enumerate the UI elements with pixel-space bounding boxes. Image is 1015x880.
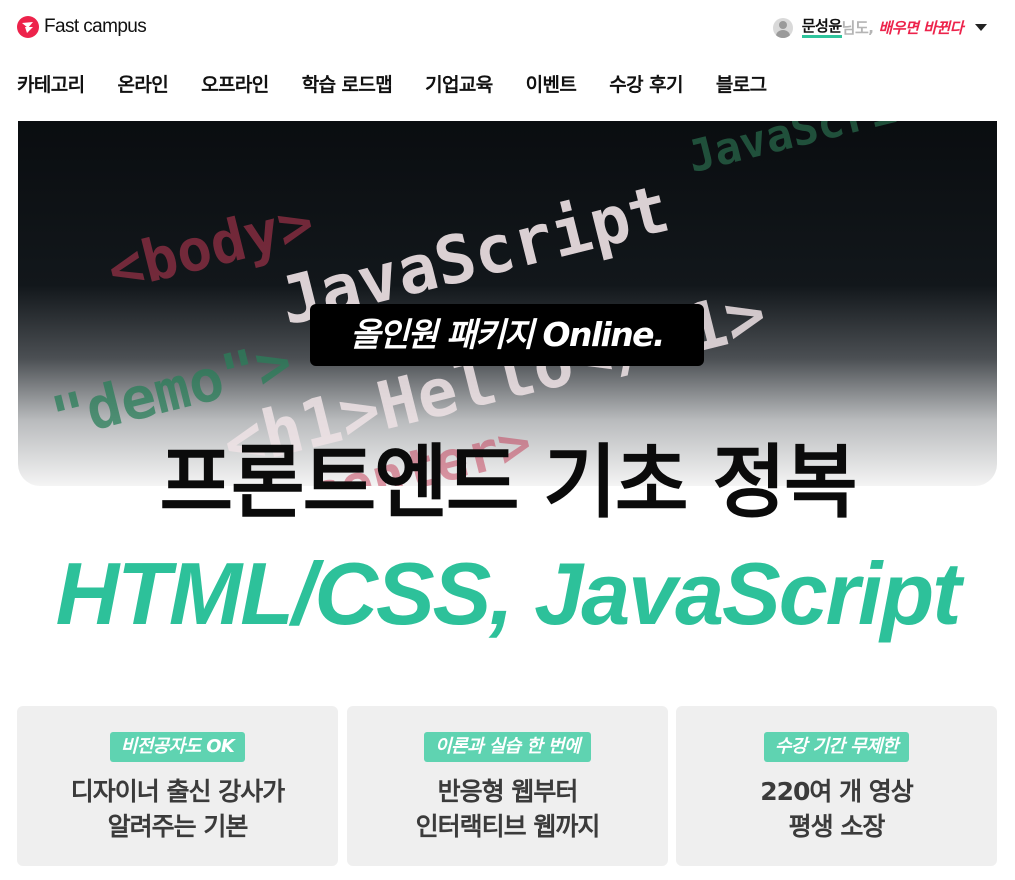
nav-item-online[interactable]: 온라인 [118, 70, 169, 97]
code-line-javascript-2: JavaScri [683, 121, 901, 183]
dropdown-caret-icon[interactable] [975, 24, 987, 31]
feature-card-beginner: 비전공자도 OK 디자이너 출신 강사가 알려주는 기본 [17, 706, 338, 866]
hero-title: 프론트엔드 기초 정복 [159, 436, 857, 529]
feature-card-tag: 비전공자도 OK [109, 732, 246, 762]
feature-cards: 비전공자도 OK 디자이너 출신 강사가 알려주는 기본 이론과 실습 한 번에… [17, 706, 997, 866]
feature-card-practice: 이론과 실습 한 번에 반응형 웹부터 인터랙티브 웹까지 [347, 706, 668, 866]
feature-card-line2: 평생 소장 [788, 812, 886, 841]
feature-card-tag: 수강 기간 무제한 [763, 732, 910, 762]
nav-item-event[interactable]: 이벤트 [526, 70, 577, 97]
user-suffix: 님도, [841, 19, 874, 37]
site-header: Fast campus 문성윤 님도, 배우면 바뀐다 [0, 0, 1015, 56]
feature-card-unlimited: 수강 기간 무제한 220여 개 영상 평생 소장 [676, 706, 997, 866]
feature-card-tag: 이론과 실습 한 번에 [424, 732, 591, 762]
main-nav: 카테고리 온라인 오프라인 학습 로드맵 기업교육 이벤트 수강 후기 블로그 [17, 70, 767, 97]
fastcampus-logo[interactable]: Fast campus [17, 16, 147, 38]
user-avatar-icon [772, 17, 793, 38]
feature-card-line2: 알려주는 기본 [107, 812, 249, 841]
user-motto: 배우면 바뀐다 [878, 19, 963, 37]
online-package-badge: 올인원 패키지 Online. [310, 304, 704, 366]
nav-item-blog[interactable]: 블로그 [716, 70, 767, 97]
nav-item-category[interactable]: 카테고리 [17, 70, 85, 97]
nav-item-roadmap[interactable]: 학습 로드맵 [302, 70, 393, 97]
fastcampus-logo-icon [17, 16, 39, 38]
hero-subtitle: HTML/CSS, JavaScript [55, 544, 962, 643]
logo-text: Fast campus [44, 16, 147, 37]
feature-card-line2: 인터랙티브 웹까지 [415, 812, 601, 841]
nav-item-offline[interactable]: 오프라인 [201, 70, 269, 97]
user-name: 문성윤 [801, 17, 842, 38]
feature-card-line1: 반응형 웹부터 [437, 777, 579, 806]
user-menu[interactable]: 문성윤 님도, 배우면 바뀐다 [772, 17, 987, 38]
nav-item-reviews[interactable]: 수강 후기 [609, 70, 683, 97]
feature-card-line1: 220여 개 영상 [760, 777, 914, 806]
feature-card-line1: 디자이너 출신 강사가 [70, 777, 285, 806]
nav-item-corporate[interactable]: 기업교육 [425, 70, 493, 97]
